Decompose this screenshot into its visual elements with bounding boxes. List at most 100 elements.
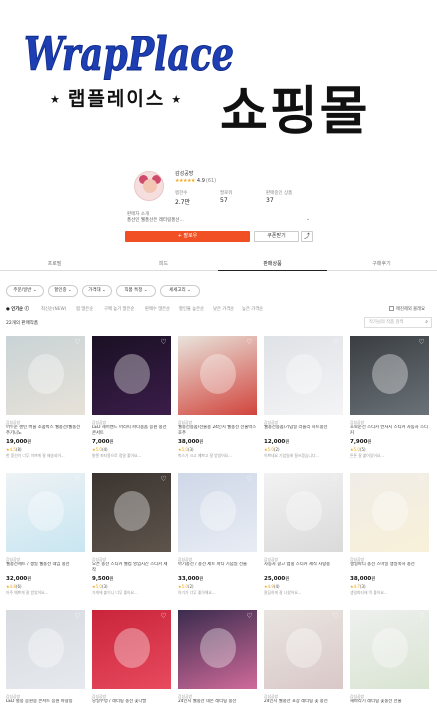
product-image[interactable]: ♡ bbox=[178, 336, 257, 415]
wrapplace-logo: WrapPlace bbox=[24, 27, 235, 82]
product-title[interactable]: 초보운전 스티커 반사지 스티커 자동차 스티커 bbox=[350, 425, 429, 437]
filter-price[interactable]: 가격대 ⌄ bbox=[82, 285, 112, 297]
tab-products[interactable]: 판매상품 bbox=[218, 258, 327, 271]
product-title[interactable]: 어두운 랜턴 버블 소품박스 웰풍선/웰풍선 주기니노 bbox=[6, 425, 85, 437]
product-search-input[interactable]: 작가님의 작품 검색 ⌕ bbox=[364, 317, 432, 328]
sort-discount[interactable]: 할인율 높은순 bbox=[179, 306, 204, 312]
heart-icon[interactable]: ♡ bbox=[331, 475, 340, 484]
heart-icon[interactable]: ♡ bbox=[417, 338, 426, 347]
product-image[interactable]: ♡ bbox=[6, 473, 85, 552]
rating-value: 4.9 bbox=[196, 178, 205, 184]
product-image[interactable]: ♡ bbox=[92, 473, 171, 552]
product-review-snippet: 한 풍선이 너무 이쁘게 잘 배송되어... bbox=[6, 453, 65, 458]
product-card[interactable]: ♡ 감성공방 오픈 풍선 스티커 웰컴 영업시간 스티커 제작 9,500원 ★5.0(… bbox=[92, 473, 171, 603]
product-image[interactable]: ♡ bbox=[264, 336, 343, 415]
heart-icon[interactable]: ♡ bbox=[331, 338, 340, 347]
product-title[interactable]: 당일수령 / 레터링 풍선 꽃다발 bbox=[92, 699, 171, 709]
product-card[interactable]: ♡ 감성공방 초보운전 스티커 반사지 스티커 자동차 스티커 7,900원 ★5.0(… bbox=[350, 336, 429, 466]
sort-popular[interactable]: ● 인기순 ⓘ bbox=[6, 306, 29, 312]
heart-icon[interactable]: ♡ bbox=[159, 338, 168, 347]
product-card[interactable]: ♡ 감성공방 웰풍선용품/선물용 24인치 웰풍선 선물박스 호주 38,000원 ★5… bbox=[178, 336, 257, 466]
coupon-button[interactable]: 쿠폰받기 bbox=[254, 231, 299, 242]
heart-icon[interactable]: ♡ bbox=[73, 475, 82, 484]
tab-reviews[interactable]: 구매후기 bbox=[327, 258, 436, 271]
product-card[interactable]: ♡ 감성공방 해바라기 레터링 꽃풍선 선물 bbox=[350, 610, 429, 709]
heart-icon[interactable]: ♡ bbox=[159, 612, 168, 621]
product-image[interactable]: ♡ bbox=[350, 610, 429, 689]
product-title[interactable]: 오픈 풍선 스티커 웰컴 영업시간 스티커 제작 bbox=[92, 562, 171, 574]
product-card[interactable]: ♡ 감성공방 24인치 웰풍선 포장 레터링 꽃 풍선 bbox=[264, 610, 343, 709]
exclude-sold-checkbox[interactable] bbox=[389, 306, 394, 311]
sort-high-price[interactable]: 높은 가격순 bbox=[242, 306, 263, 312]
exclude-sold-label[interactable]: 매진제외 볼래요 bbox=[396, 306, 425, 312]
product-image[interactable]: ♡ bbox=[92, 610, 171, 689]
product-title[interactable]: 24인치 웰풍선 포장 레터링 꽃 풍선 bbox=[264, 699, 343, 709]
search-icon[interactable]: ⌕ bbox=[425, 318, 428, 327]
product-title[interactable]: 웰풍선용품/선물용 24인치 웰풍선 선물박스 호주 bbox=[178, 425, 257, 437]
filter-subcategory[interactable]: 세세고리 ⌄ bbox=[160, 285, 200, 297]
heart-icon[interactable]: ♡ bbox=[331, 612, 340, 621]
product-card[interactable]: ♡ 감성공방 생일파티 풍선 스마일 생일축하 풍선 38,000원 ★4.7(3) 생일… bbox=[350, 473, 429, 603]
shop-banner: WrapPlace ★ 랩플레이스 ★ 쇼핑몰 bbox=[0, 0, 437, 158]
share-icon[interactable]: ⤴ bbox=[301, 231, 313, 242]
product-price: 7,900원 bbox=[350, 439, 372, 445]
filter-discount[interactable]: 할인중 ⌄ bbox=[48, 285, 78, 297]
product-image-subject bbox=[372, 354, 408, 394]
product-card[interactable]: ♡ 감성공방 웰풍선용품/기념일 러블리 하트풍선 12,000원 ★5.0(2) 이쁘네… bbox=[264, 336, 343, 466]
product-title[interactable]: LED 별봉 응원봉 콘서트 응원 야광봉 bbox=[6, 699, 85, 709]
product-card[interactable]: ♡ 감성공방 24인치 웰풍선 네온 레터링 풍선 bbox=[178, 610, 257, 709]
stat-value-followers[interactable]: 57 bbox=[220, 197, 228, 204]
product-image[interactable]: ♡ bbox=[264, 610, 343, 689]
heart-icon[interactable]: ♡ bbox=[245, 612, 254, 621]
product-card[interactable]: ♡ 감성공방 어두운 랜턴 버블 소품박스 웰풍선/웰풍선 주기니노 19,000원 ★… bbox=[6, 336, 85, 466]
tab-feed[interactable]: 피드 bbox=[109, 258, 218, 271]
product-image[interactable]: ♡ bbox=[178, 473, 257, 552]
heart-icon[interactable]: ♡ bbox=[73, 338, 82, 347]
product-title[interactable]: 24인치 웰풍선 네온 레터링 풍선 bbox=[178, 699, 257, 709]
heart-icon[interactable]: ♡ bbox=[417, 612, 426, 621]
product-card[interactable]: ♡ 감성공방 웰풍선세트 / 생일 웰풍선 네임 풍선 32,000원 ★4.8(6) 아… bbox=[6, 473, 85, 603]
sort-sales[interactable]: 판매수 많은순 bbox=[145, 306, 170, 312]
product-image[interactable]: ♡ bbox=[92, 336, 171, 415]
product-title[interactable]: 웰풍선용품/기념일 러블리 하트풍선 bbox=[264, 425, 343, 437]
product-image[interactable]: ♡ bbox=[264, 473, 343, 552]
product-image[interactable]: ♡ bbox=[6, 610, 85, 689]
product-price-value: 38,000 bbox=[350, 576, 372, 582]
sort-newest[interactable]: 최신순(NEW) bbox=[41, 306, 66, 312]
product-card[interactable]: ♡ 감성공방 LED 헤어밴드 머리띠 파티용품 응원 풍선 콘서트 7,000원 ★5… bbox=[92, 336, 171, 466]
product-title[interactable]: 해바라기 레터링 꽃풍선 선물 bbox=[350, 699, 429, 709]
product-image-subject bbox=[286, 354, 322, 394]
heart-icon[interactable]: ♡ bbox=[245, 475, 254, 484]
heart-icon[interactable]: ♡ bbox=[73, 612, 82, 621]
product-card[interactable]: ♡ 감성공방 LED 별봉 응원봉 콘서트 응원 야광봉 bbox=[6, 610, 85, 709]
heart-icon[interactable]: ♡ bbox=[245, 338, 254, 347]
filter-product-feature[interactable]: 직품 특정 ⌄ bbox=[116, 285, 156, 297]
product-price: 12,000원 bbox=[264, 439, 289, 445]
sort-reviews[interactable]: 구매 높기 많은순 bbox=[104, 306, 134, 312]
product-title[interactable]: 웰풍선세트 / 생일 웰풍선 네임 풍선 bbox=[6, 562, 85, 574]
filter-order-type[interactable]: 주문/일반 ⌄ bbox=[6, 285, 44, 297]
follow-button[interactable]: + 팔로우 bbox=[125, 231, 250, 242]
heart-icon[interactable]: ♡ bbox=[417, 475, 426, 484]
product-image[interactable]: ♡ bbox=[6, 336, 85, 415]
product-title[interactable]: 생일파티 풍선 스마일 생일축하 풍선 bbox=[350, 562, 429, 574]
heart-icon[interactable]: ♡ bbox=[159, 475, 168, 484]
product-image[interactable]: ♡ bbox=[178, 610, 257, 689]
product-title[interactable]: 자동차 광고 랩핑 스티커 제작 차량용 bbox=[264, 562, 343, 574]
sort-most-liked[interactable]: 찜 많은순 bbox=[76, 306, 93, 312]
shop-name[interactable]: 감성공방 bbox=[175, 170, 193, 177]
product-card[interactable]: ♡ 감성공방 아기풍선 / 풍선 세트 파티 기념일 선물 33,000원 ★5.0(2… bbox=[178, 473, 257, 603]
product-title[interactable]: 아기풍선 / 풍선 세트 파티 기념일 선물 bbox=[178, 562, 257, 574]
seller-intro-text: 풍선인 웰풍선은 레터링풍선... bbox=[127, 218, 184, 223]
price-currency: 원 bbox=[367, 440, 372, 445]
product-card[interactable]: ♡ 감성공방 자동차 광고 랩핑 스티커 제작 차량용 25,000원 ★4.9(4) 깔… bbox=[264, 473, 343, 603]
sort-low-price[interactable]: 낮은 가격순 bbox=[213, 306, 234, 312]
product-card[interactable]: ♡ 감성공방 당일수령 / 레터링 풍선 꽃다발 bbox=[92, 610, 171, 709]
product-image[interactable]: ♡ bbox=[350, 336, 429, 415]
tab-profile[interactable]: 프로필 bbox=[0, 258, 109, 271]
avatar[interactable] bbox=[134, 171, 164, 201]
stat-label-followers: 팔로워 bbox=[220, 191, 233, 196]
product-image[interactable]: ♡ bbox=[350, 473, 429, 552]
product-title[interactable]: LED 헤어밴드 머리띠 파티용품 응원 풍선 콘서트 bbox=[92, 425, 171, 437]
chevron-down-icon[interactable]: ⌄ bbox=[306, 216, 310, 222]
